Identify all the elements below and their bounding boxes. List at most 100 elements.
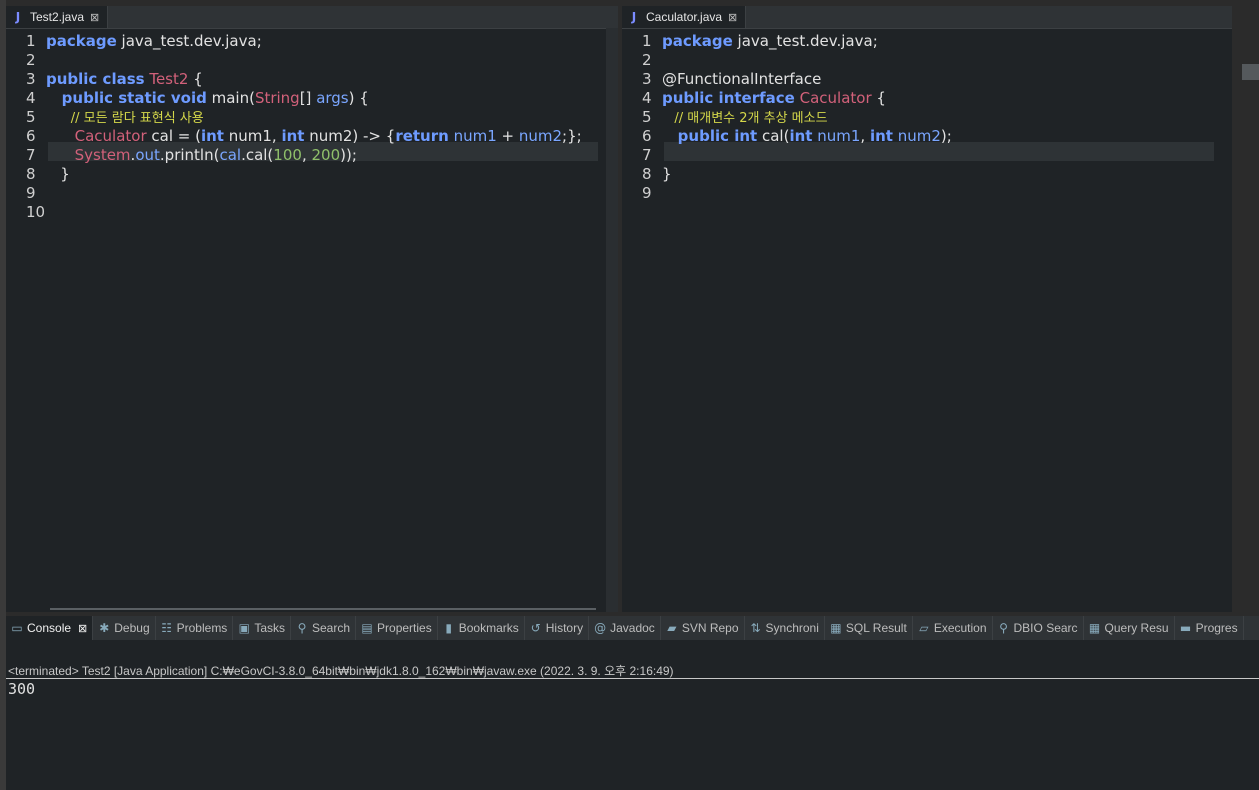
code-line[interactable]: 4 public interface Caculator { <box>622 89 1232 108</box>
code-text: } <box>662 165 672 184</box>
tab-search[interactable]: ⚲ Search <box>291 616 357 640</box>
code-line[interactable]: 10 <box>6 203 618 222</box>
code-token: int <box>789 127 813 145</box>
execution-icon: ▱ <box>919 621 929 635</box>
code-token: public interface <box>662 89 795 107</box>
line-number: 10 <box>26 203 46 221</box>
code-text: package java_test.dev.java; <box>662 32 878 51</box>
code-token: num1 <box>817 127 861 145</box>
tab-svn-repo[interactable]: ▰ SVN Repo <box>661 616 745 640</box>
sql-result-icon: ▦ <box>830 621 842 635</box>
console-status-line: <terminated> Test2 [Java Application] C:… <box>8 664 674 678</box>
view-tab-label: Javadoc <box>610 621 655 635</box>
code-line[interactable]: 9 <box>622 184 1232 203</box>
tab-tasks[interactable]: ▣ Tasks <box>233 616 291 640</box>
line-number: 9 <box>642 184 652 202</box>
code-line[interactable]: 3 @FunctionalInterface <box>622 70 1232 89</box>
horizontal-scrollbar[interactable] <box>50 608 596 610</box>
view-tab-label: Problems <box>176 621 228 635</box>
code-line[interactable]: 3 public class Test2 { <box>6 70 618 89</box>
code-line[interactable]: 1 package java_test.dev.java; <box>622 32 1232 51</box>
code-line[interactable]: 4 public static void main(String[] args)… <box>6 89 618 108</box>
code-line[interactable]: 6 Caculator cal = (int num1, int num2) -… <box>6 127 618 146</box>
view-tab-label: Debug <box>114 621 150 635</box>
tab-console[interactable]: ▭ Console ⊠ <box>6 616 94 640</box>
code-text: } <box>46 165 70 184</box>
code-text: // 매개변수 2개 추상 메소드 <box>662 108 828 128</box>
console-icon: ▭ <box>11 621 23 635</box>
code-text: public int cal(int num1, int num2); <box>662 127 952 146</box>
view-tabbar: ▭ Console ⊠ ✱ Debug ☷ Problems ▣ Tasks ⚲ Search ▤ Pr… <box>6 616 1259 640</box>
code-line[interactable]: 1 package java_test.dev.java; <box>6 32 618 51</box>
code-text: // 모든 람다 표현식 사용 <box>46 108 204 128</box>
code-token: cal = ( <box>146 127 201 145</box>
synchronize-icon: ⇅ <box>750 621 761 635</box>
code-area[interactable]: 1 package java_test.dev.java; 2 3 public cla… <box>6 28 618 612</box>
tab-sql-result[interactable]: ▦ SQL Result <box>825 616 913 640</box>
console-view[interactable]: ▭ Console ⊠ ✱ Debug ☷ Problems ▣ Tasks ⚲ Search ▤ Pr… <box>6 616 1259 790</box>
tab-progres[interactable]: ▬ Progres <box>1175 616 1244 640</box>
java-file-icon: J <box>15 10 21 24</box>
code-token: num2 <box>897 127 941 145</box>
code-line[interactable]: 7 System.out.println(cal.cal(100, 200)); <box>6 146 618 165</box>
code-line[interactable]: 6 public int cal(int num1, int num2); <box>622 127 1232 146</box>
editor-test2[interactable]: J Test2.java ⊠ 1 package java_test.dev.ja… <box>6 6 618 612</box>
close-icon[interactable]: ⊠ <box>728 11 737 24</box>
close-icon[interactable]: ⊠ <box>90 11 99 24</box>
code-line[interactable]: 7 <box>622 146 1232 165</box>
view-tab-label: SQL Result <box>845 621 907 635</box>
java-file-icon: J <box>631 10 637 24</box>
search-icon: ⚲ <box>297 621 307 635</box>
editor-caculator[interactable]: J Caculator.java ⊠ 1 package java_test.de… <box>622 6 1232 612</box>
dbio-search-icon: ⚲ <box>999 621 1008 635</box>
code-line[interactable]: 5 // 모든 람다 표현식 사용 <box>6 108 618 127</box>
vertical-ruler <box>606 28 618 612</box>
code-token: [] <box>299 89 317 107</box>
code-token: // 매개변수 2개 추상 메소드 <box>662 111 828 126</box>
code-token: // 모든 람다 표현식 사용 <box>46 111 204 126</box>
code-token: Caculator <box>46 127 147 145</box>
code-token: , <box>860 127 870 145</box>
right-side-panel <box>1236 6 1259 612</box>
code-token: } <box>662 165 672 183</box>
close-icon[interactable]: ⊠ <box>78 622 87 635</box>
code-text: public class Test2 { <box>46 70 203 89</box>
tab-test2-java[interactable]: J Test2.java ⊠ <box>6 6 109 28</box>
line-number: 2 <box>642 51 652 69</box>
console-divider <box>6 678 1259 679</box>
debug-icon: ✱ <box>99 621 110 635</box>
code-token: String <box>254 89 300 107</box>
editor-tabbar: J Test2.java ⊠ <box>6 6 618 29</box>
tab-label: Caculator.java <box>646 10 723 24</box>
tab-history[interactable]: ↺ History <box>525 616 590 640</box>
tab-problems[interactable]: ☷ Problems <box>156 616 234 640</box>
code-line[interactable]: 8 } <box>6 165 618 184</box>
code-line[interactable]: 5 // 매개변수 2개 추상 메소드 <box>622 108 1232 127</box>
console-output: 300 <box>8 680 36 698</box>
code-token: public int <box>662 127 758 145</box>
code-line[interactable]: 2 <box>622 51 1232 70</box>
code-token: .cal( <box>241 146 274 164</box>
code-token: package <box>662 32 733 50</box>
svn-icon: ▰ <box>667 621 677 635</box>
code-area[interactable]: 1 package java_test.dev.java; 2 3 @Functiona… <box>622 28 1232 612</box>
tab-execution[interactable]: ▱ Execution <box>913 616 993 640</box>
tab-properties[interactable]: ▤ Properties <box>356 616 438 640</box>
code-line[interactable]: 9 <box>6 184 618 203</box>
view-tab-label: Query Resu <box>1104 621 1169 635</box>
code-token: java_test.dev.java; <box>732 32 878 50</box>
code-token: { <box>871 89 886 107</box>
tab-caculator-java[interactable]: J Caculator.java ⊠ <box>622 6 747 28</box>
panel-scroll-thumb[interactable] <box>1242 64 1259 80</box>
tab-debug[interactable]: ✱ Debug <box>93 616 156 640</box>
tab-bookmarks[interactable]: ▮ Bookmarks <box>438 616 525 640</box>
tab-javadoc[interactable]: @ Javadoc <box>589 616 661 640</box>
code-line[interactable]: 2 <box>6 51 618 70</box>
line-number: 7 <box>642 146 652 164</box>
view-tab-label: Synchroni <box>765 621 819 635</box>
code-token: 200 <box>311 146 341 164</box>
code-line[interactable]: 8} <box>622 165 1232 184</box>
tab-dbio-searc[interactable]: ⚲ DBIO Searc <box>993 616 1084 640</box>
tab-synchroni[interactable]: ⇅ Synchroni <box>745 616 825 640</box>
tab-query-resu[interactable]: ▦ Query Resu <box>1084 616 1175 640</box>
